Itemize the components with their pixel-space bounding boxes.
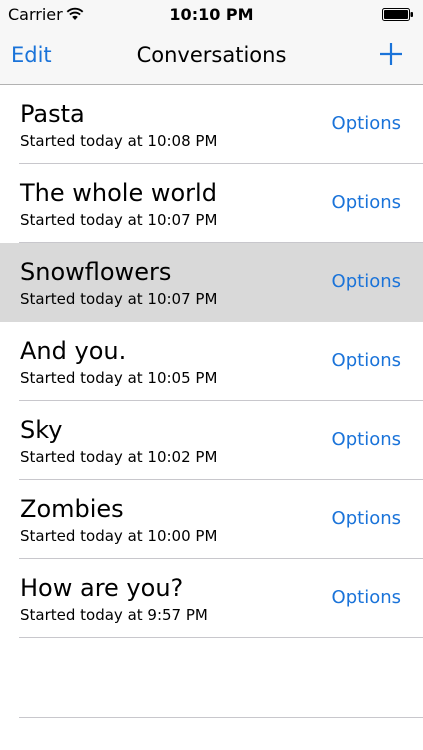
conversation-row[interactable]: Pasta Started today at 10:08 PM Options xyxy=(0,85,423,164)
conversation-title: Snowflowers xyxy=(20,258,172,286)
conversation-title: Zombies xyxy=(20,495,124,523)
options-button[interactable]: Options xyxy=(332,587,401,608)
conversation-started-time: Started today at 10:08 PM xyxy=(20,132,218,150)
conversation-title: Pasta xyxy=(20,100,85,128)
options-button[interactable]: Options xyxy=(332,429,401,450)
plus-icon[interactable] xyxy=(379,42,403,66)
conversation-started-time: Started today at 10:07 PM xyxy=(20,290,218,308)
options-button[interactable]: Options xyxy=(332,192,401,213)
page-title: Conversations xyxy=(136,43,287,67)
conversation-row[interactable]: The whole world Started today at 10:07 P… xyxy=(0,164,423,243)
list-bottom-separator xyxy=(19,717,423,718)
options-button[interactable]: Options xyxy=(332,271,401,292)
conversation-started-time: Started today at 10:00 PM xyxy=(20,527,218,545)
conversation-row[interactable]: How are you? Started today at 9:57 PM Op… xyxy=(0,559,423,638)
conversation-title: And you. xyxy=(20,337,127,365)
options-button[interactable]: Options xyxy=(332,508,401,529)
navigation-bar: Edit Conversations xyxy=(0,32,423,85)
battery-icon xyxy=(382,8,413,21)
options-button[interactable]: Options xyxy=(332,350,401,371)
conversation-row[interactable]: And you. Started today at 10:05 PM Optio… xyxy=(0,322,423,401)
conversation-started-time: Started today at 10:02 PM xyxy=(20,448,218,466)
conversation-title: How are you? xyxy=(20,574,184,602)
conversation-list: Pasta Started today at 10:08 PM Options … xyxy=(0,85,423,638)
conversation-row-selected[interactable]: Snowflowers Started today at 10:07 PM Op… xyxy=(0,243,423,322)
options-button[interactable]: Options xyxy=(332,113,401,134)
conversation-started-time: Started today at 9:57 PM xyxy=(20,606,208,624)
edit-button[interactable]: Edit xyxy=(11,43,52,67)
status-time: 10:10 PM xyxy=(169,5,254,24)
status-bar: Carrier 10:10 PM xyxy=(0,0,423,32)
conversation-row[interactable]: Zombies Started today at 10:00 PM Option… xyxy=(0,480,423,559)
row-separator xyxy=(19,637,423,638)
conversation-started-time: Started today at 10:05 PM xyxy=(20,369,218,387)
conversation-started-time: Started today at 10:07 PM xyxy=(20,211,218,229)
conversation-title: The whole world xyxy=(20,179,217,207)
conversation-title: Sky xyxy=(20,416,63,444)
conversation-row[interactable]: Sky Started today at 10:02 PM Options xyxy=(0,401,423,480)
